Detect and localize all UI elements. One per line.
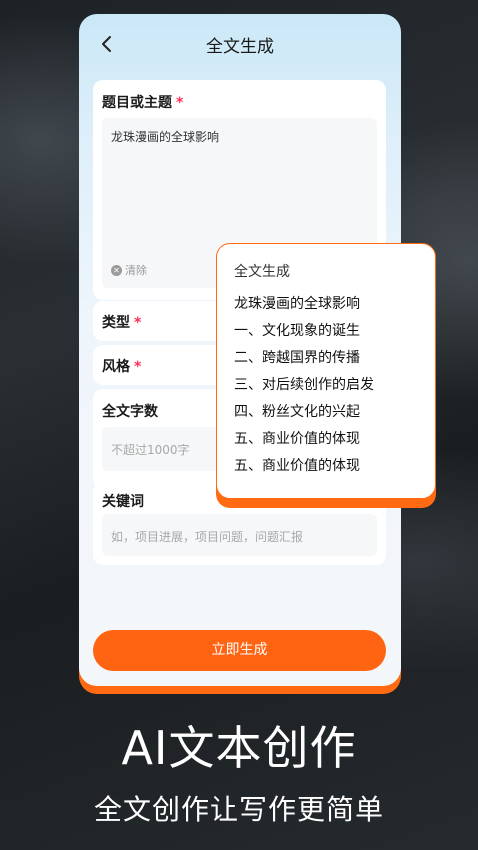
generated-outline-popup: 全文生成 龙珠漫画的全球影响 一、文化现象的诞生 二、跨越国界的传播 三、对后续… <box>216 243 436 499</box>
outline-item: 五、商业价值的体现 <box>234 458 360 474</box>
outline-list: 龙珠漫画的全球影响 一、文化现象的诞生 二、跨越国界的传播 三、对后续创作的启发… <box>234 294 374 483</box>
outline-item: 一、文化现象的诞生 <box>234 323 360 339</box>
promo-headline: AI文本创作 <box>121 721 357 775</box>
outline-item: 四、粉丝文化的兴起 <box>234 404 360 420</box>
style-label-text: 风格 <box>102 359 130 375</box>
outline-item: 三、对后续创作的启发 <box>234 377 374 393</box>
style-label: 风格 * <box>102 356 141 376</box>
keywords-placeholder: 如，项目进展，项目问题，问题汇报 <box>111 530 304 544</box>
required-mark: * <box>134 315 142 331</box>
word-count-label: 全文字数 <box>102 404 158 420</box>
popup-title: 全文生成 <box>234 264 290 280</box>
topic-input-value: 龙珠漫画的全球影响 <box>111 130 220 144</box>
page-title: 全文生成 <box>206 37 274 57</box>
required-mark: * <box>134 359 142 375</box>
topic-label-text: 题目或主题 <box>102 95 172 111</box>
type-label: 类型 * <box>102 312 141 332</box>
promo-subline: 全文创作让写作更简单 <box>93 793 384 826</box>
keywords-input[interactable]: 如，项目进展，项目问题，问题汇报 <box>102 514 377 556</box>
nav-bar: 全文生成 <box>79 14 401 74</box>
required-mark: * <box>176 95 184 111</box>
topic-label: 题目或主题 * <box>102 92 183 112</box>
clear-circle-icon: ✕ <box>111 264 122 276</box>
clear-label: 清除 <box>125 264 147 277</box>
type-label-text: 类型 <box>102 315 130 331</box>
outline-item: 龙珠漫画的全球影响 <box>234 296 360 312</box>
clear-button[interactable]: ✕ 清除 <box>111 262 147 278</box>
keywords-label: 关键词 <box>102 494 144 510</box>
outline-item: 二、跨越国界的传播 <box>234 350 360 366</box>
outline-item: 五、商业价值的体现 <box>234 431 360 447</box>
word-count-placeholder: 不超过1000字 <box>111 443 190 457</box>
generate-button[interactable]: 立即生成 <box>93 630 386 671</box>
